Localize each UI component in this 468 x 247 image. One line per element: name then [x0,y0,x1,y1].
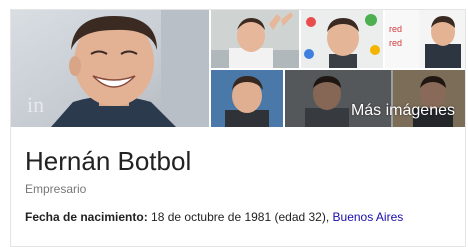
thumbnail-4-image [211,70,283,127]
thumbnail-2-image [301,10,383,68]
thumbnail-4[interactable] [211,70,283,127]
image-gallery: in red red Más imágenes [11,10,465,127]
fact-label: Fecha de nacimiento: [25,210,148,224]
watermark-text: in [27,92,44,116]
thumbnail-3-image: red red [385,10,465,68]
more-images-link[interactable]: Más imágenes [351,102,455,120]
thumbnail-2[interactable] [301,10,383,68]
birthplace-link[interactable]: Buenos Aires [333,210,404,224]
thumbnail-3[interactable]: red red [385,10,465,68]
thumbnail-1[interactable] [211,10,299,68]
entity-description: Empresario [25,182,87,196]
knowledge-panel: in red red Más imágenes Hernán Botbol Em… [10,9,466,247]
svg-text:red: red [389,24,402,34]
watermark-logo: in [25,92,51,117]
fact-birth-date: Fecha de nacimiento: 18 de octubre de 19… [25,210,403,224]
entity-title: Hernán Botbol [25,146,192,176]
fact-value: 18 de octubre de 1981 (edad 32), [151,210,330,224]
svg-text:red: red [389,38,402,48]
thumbnail-1-image [211,10,299,68]
